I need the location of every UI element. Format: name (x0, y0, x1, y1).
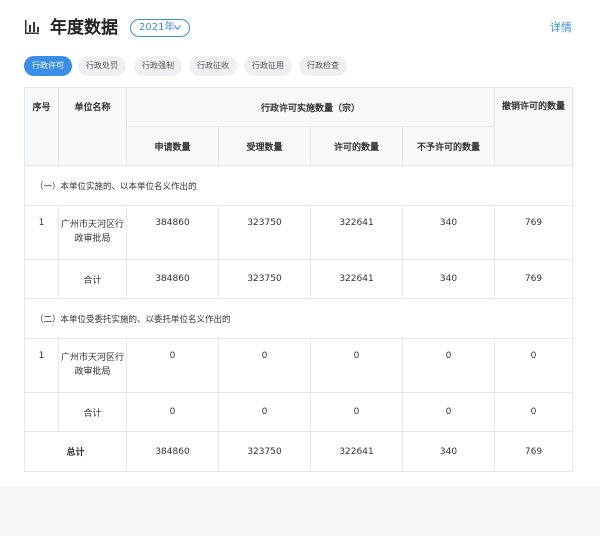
cell-applied: 384860 (126, 431, 219, 472)
cell-revoke: 769 (494, 259, 574, 299)
table-row: 1 广州市天河区行政审批局 384860 323750 322641 340 7… (24, 205, 574, 260)
section-row: （二）本单位受委托实施的、以委托单位名义作出的 (23, 298, 574, 339)
table-header-row: 序号 单位名称 行政许可实施数量（宗） 撤销许可的数量 (24, 87, 574, 166)
cell-index (24, 392, 59, 432)
cell-revoke: 769 (494, 431, 574, 472)
cell-denied: 0 (401, 338, 496, 393)
col-header-accepted: 受理数量 (218, 126, 311, 166)
cell-index: 1 (24, 338, 59, 393)
cell-revoke: 769 (494, 205, 574, 260)
cell-index: 1 (24, 205, 59, 260)
cell-denied: 340 (401, 431, 496, 472)
cell-accepted: 0 (218, 392, 311, 432)
tab-administrative-enforcement[interactable]: 行政强制 (134, 56, 182, 76)
tab-administrative-penalty[interactable]: 行政处罚 (78, 56, 126, 76)
details-link[interactable]: 详情 (550, 20, 572, 36)
subtotal-row: 合计 0 0 0 0 0 (24, 392, 574, 432)
chevron-down-icon (173, 25, 182, 31)
cell-applied: 0 (126, 338, 219, 393)
cell-subtotal-label: 合计 (58, 392, 127, 432)
col-header-applied: 申请数量 (126, 126, 219, 166)
cell-permitted: 322641 (310, 205, 403, 260)
subtotal-row: 合计 384860 323750 322641 340 769 (24, 259, 574, 299)
cell-applied: 384860 (126, 205, 219, 260)
col-header-license-group: 行政许可实施数量（宗） (125, 87, 496, 127)
table-row: 1 广州市天河区行政审批局 0 0 0 0 0 (24, 338, 574, 393)
cell-accepted: 323750 (218, 259, 311, 299)
cell-unit-name: 广州市天河区行政审批局 (58, 205, 127, 260)
cell-revoke: 0 (494, 338, 574, 393)
cell-total-label: 总计 (24, 431, 127, 472)
cell-accepted: 323750 (218, 431, 311, 472)
page-title: 年度数据 (50, 18, 118, 38)
col-header-permitted: 许可的数量 (310, 126, 403, 166)
tab-administrative-license[interactable]: 行政许可 (24, 56, 72, 76)
cell-permitted: 322641 (310, 431, 403, 472)
year-select-value: 2021年 (139, 22, 175, 33)
cell-accepted: 323750 (218, 205, 311, 260)
cell-accepted: 0 (218, 338, 311, 393)
license-data-table: 序号 单位名称 行政许可实施数量（宗） 撤销许可的数量 申请数量 受理数量 许可… (23, 87, 574, 472)
year-select[interactable]: 2021年 (130, 19, 190, 37)
tab-administrative-inspection[interactable]: 行政检查 (299, 56, 347, 76)
total-row: 总计 384860 323750 322641 340 769 (24, 431, 574, 472)
cell-denied: 0 (401, 392, 496, 432)
cell-applied: 384860 (126, 259, 219, 299)
cell-denied: 340 (401, 259, 496, 299)
cell-subtotal-label: 合计 (58, 259, 127, 299)
cell-unit-name: 广州市天河区行政审批局 (58, 338, 127, 393)
col-header-unit-name: 单位名称 (58, 87, 127, 166)
section-label: （二）本单位受委托实施的、以委托单位名义作出的 (23, 298, 574, 339)
bar-chart-icon (25, 20, 39, 34)
tab-administrative-requisition[interactable]: 行政征用 (244, 56, 292, 76)
col-header-revoke: 撤销许可的数量 (494, 87, 574, 166)
section-label: （一）本单位实施的、以本单位名义作出的 (23, 165, 574, 206)
cell-denied: 340 (401, 205, 496, 260)
col-header-denied: 不予许可的数量 (401, 126, 496, 166)
cell-applied: 0 (126, 392, 219, 432)
cell-permitted: 322641 (310, 259, 403, 299)
tab-administrative-levy[interactable]: 行政征收 (189, 56, 237, 76)
cell-permitted: 0 (310, 392, 403, 432)
cell-revoke: 0 (494, 392, 574, 432)
cell-permitted: 0 (310, 338, 403, 393)
card-header: 年度数据 2021年 详情 (24, 16, 576, 42)
section-row: （一）本单位实施的、以本单位名义作出的 (23, 165, 574, 206)
col-header-index: 序号 (24, 87, 59, 166)
cell-index (24, 259, 59, 299)
annual-data-card: 年度数据 2021年 详情 行政许可 行政处罚 行政强制 行政征收 行政征用 行… (0, 0, 600, 486)
